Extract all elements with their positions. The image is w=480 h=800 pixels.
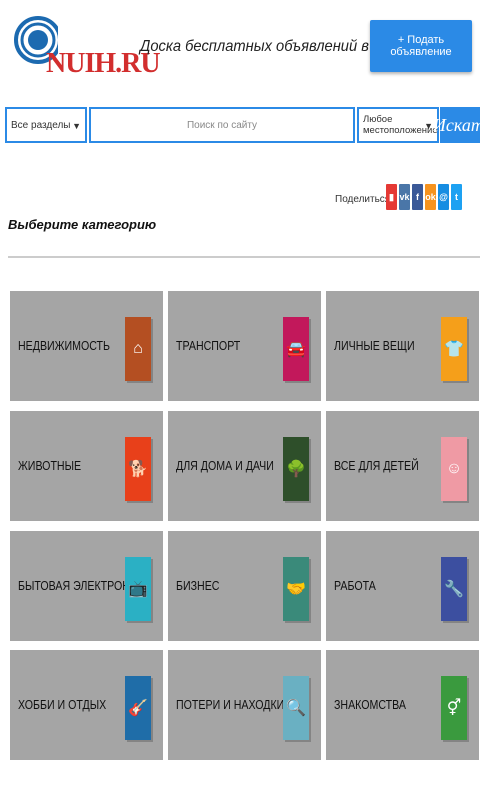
category-tile[interactable]: ТРАНСПОРТ 🚘 — [168, 291, 321, 401]
category-label: НЕДВИЖИМОСТЬ — [18, 339, 111, 353]
magnifier-icon: 🔍 — [283, 676, 309, 740]
wrench-icon: 🔧 — [441, 557, 467, 621]
facebook-share-icon[interactable]: f — [412, 184, 423, 210]
category-tile[interactable]: ДЛЯ ДОМА И ДАЧИ 🌳 — [168, 411, 321, 521]
category-label: РАБОТА — [334, 579, 376, 593]
category-tile[interactable]: ПОТЕРИ И НАХОДКИ 🔍 — [168, 650, 321, 760]
category-tile[interactable]: РАБОТА 🔧 — [326, 531, 479, 641]
search-button[interactable]: Искать — [433, 107, 480, 143]
dropdown-arrow-icon: ▼ — [72, 121, 81, 131]
search-input-placeholder: Поиск по сайту — [186, 119, 258, 131]
category-tile[interactable]: НЕДВИЖИМОСТЬ ⌂ — [10, 291, 163, 401]
bookmark-share-icon[interactable]: ▮ — [386, 184, 397, 210]
post-ad-button[interactable]: + Подать объявление — [370, 20, 472, 72]
baby-icon: ☺ — [441, 437, 467, 501]
divider — [8, 256, 480, 258]
car-icon: 🚘 — [283, 317, 309, 381]
share-label: Поделиться: — [335, 194, 393, 205]
category-label: ПОТЕРИ И НАХОДКИ — [176, 698, 285, 712]
category-tile[interactable]: ЗНАКОМСТВА ⚥ — [326, 650, 479, 760]
share-buttons: ▮ vk f ok @ t — [386, 184, 462, 210]
pets-icon: 🐕 — [125, 437, 151, 501]
clothes-icon: 👕 — [441, 317, 467, 381]
category-tile[interactable]: ЛИЧНЫЕ ВЕЩИ 👕 — [326, 291, 479, 401]
category-tile[interactable]: БЫТОВАЯ ЭЛЕКТРОНИКА 📺 — [10, 531, 163, 641]
house-icon: ⌂ — [125, 317, 151, 381]
page-title: Выберите категорию — [8, 217, 157, 232]
category-label: ВСЕ ДЛЯ ДЕТЕЙ — [334, 459, 419, 473]
category-tile[interactable]: ХОББИ И ОТДЫХ 🎸 — [10, 650, 163, 760]
gender-icon: ⚥ — [441, 676, 467, 740]
handshake-icon: 🤝 — [283, 557, 309, 621]
category-tile[interactable]: ЖИВОТНЫЕ 🐕 — [10, 411, 163, 521]
twitter-share-icon[interactable]: t — [451, 184, 462, 210]
guitar-icon: 🎸 — [125, 676, 151, 740]
dropdown-arrow-icon: ▼ — [424, 121, 433, 131]
search-input[interactable]: Поиск по сайту — [89, 107, 355, 143]
sections-select[interactable]: Все разделы ▼ — [5, 107, 87, 143]
sections-select-value: Все разделы — [11, 119, 71, 131]
category-label: ТРАНСПОРТ — [176, 339, 241, 353]
category-label: ДЛЯ ДОМА И ДАЧИ — [176, 459, 274, 473]
search-bar: Все разделы ▼ Поиск по сайту Любое место… — [5, 107, 480, 145]
category-label: ЖИВОТНЫЕ — [18, 459, 82, 473]
moimir-share-icon[interactable]: @ — [438, 184, 449, 210]
category-label: БИЗНЕС — [176, 579, 220, 593]
category-label: ЛИЧНЫЕ ВЕЩИ — [334, 339, 415, 353]
category-label: ЗНАКОМСТВА — [334, 698, 406, 712]
tv-icon: 📺 — [125, 557, 151, 621]
site-logo[interactable]: NUIH.RU — [14, 8, 161, 84]
odnoklassniki-share-icon[interactable]: ok — [425, 184, 436, 210]
location-select[interactable]: Любое местоположение ▼ — [357, 107, 439, 143]
category-label: ХОББИ И ОТДЫХ — [18, 698, 107, 712]
vk-share-icon[interactable]: vk — [399, 184, 410, 210]
category-tile[interactable]: ВСЕ ДЛЯ ДЕТЕЙ ☺ — [326, 411, 479, 521]
tree-icon: 🌳 — [283, 437, 309, 501]
category-tile[interactable]: БИЗНЕС 🤝 — [168, 531, 321, 641]
